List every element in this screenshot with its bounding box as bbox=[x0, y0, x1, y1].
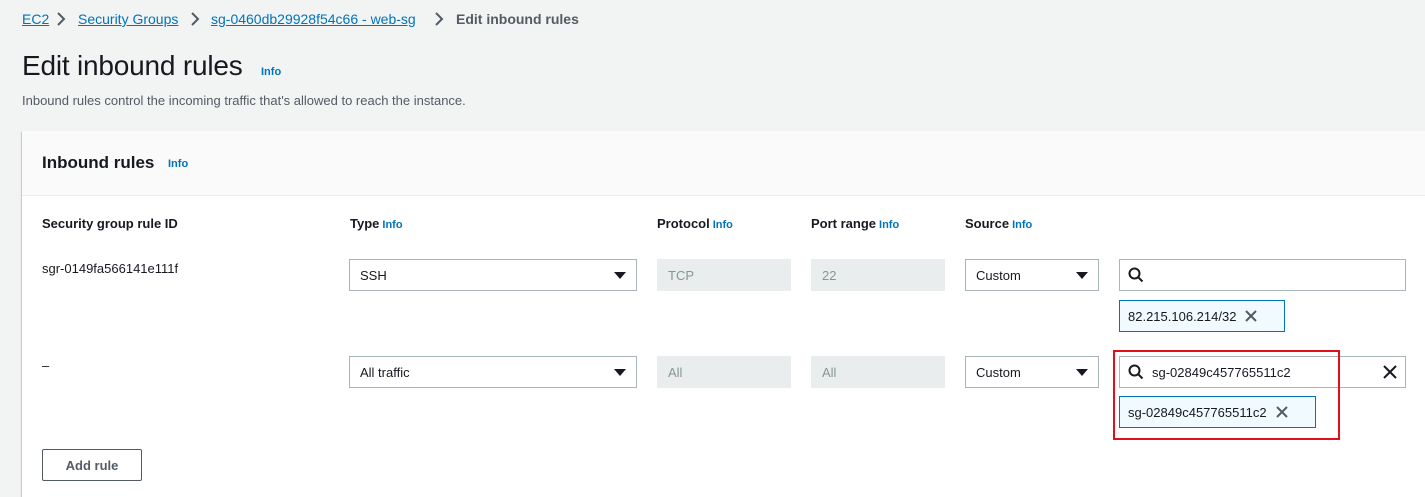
source-info-link[interactable]: Info bbox=[1012, 219, 1032, 231]
breadcrumb-security-group[interactable]: sg-0460db29928f54c66 - web-sg bbox=[211, 11, 416, 27]
source-token-label: 82.215.106.214/32 bbox=[1128, 308, 1237, 324]
breadcrumb-current: Edit inbound rules bbox=[456, 11, 579, 27]
protocol-field: All bbox=[657, 356, 791, 388]
column-type: Type Info bbox=[350, 216, 403, 231]
port-range-field: 22 bbox=[811, 259, 945, 291]
panel-info-link[interactable]: Info bbox=[168, 158, 188, 170]
page-description: Inbound rules control the incoming traff… bbox=[22, 93, 466, 108]
breadcrumb-security-groups[interactable]: Security Groups bbox=[78, 11, 178, 27]
panel-header bbox=[22, 131, 1425, 196]
search-icon bbox=[1128, 267, 1144, 283]
protocol-field: TCP bbox=[657, 259, 791, 291]
caret-down-icon bbox=[614, 271, 626, 279]
source-type-value: Custom bbox=[976, 364, 1021, 380]
column-rule-id: Security group rule ID bbox=[42, 216, 178, 231]
port-range-info-link[interactable]: Info bbox=[879, 219, 899, 231]
source-search-input[interactable] bbox=[1119, 259, 1406, 291]
caret-down-icon bbox=[614, 368, 626, 376]
panel-title: Inbound rules bbox=[42, 153, 155, 172]
clear-input-close-icon[interactable] bbox=[1383, 365, 1397, 379]
page-title: Edit inbound rules bbox=[22, 50, 243, 81]
type-info-link[interactable]: Info bbox=[382, 219, 402, 231]
chevron-right-icon bbox=[435, 12, 444, 26]
close-icon[interactable] bbox=[1244, 309, 1258, 323]
source-token: 82.215.106.214/32 bbox=[1119, 300, 1285, 332]
caret-down-icon bbox=[1076, 271, 1088, 279]
column-source: Source Info bbox=[965, 216, 1033, 231]
rule-id: – bbox=[42, 358, 50, 373]
add-rule-button[interactable]: Add rule bbox=[42, 449, 142, 481]
protocol-info-link[interactable]: Info bbox=[713, 219, 733, 231]
source-type-select[interactable]: Custom bbox=[965, 356, 1099, 388]
type-select[interactable]: All traffic bbox=[349, 356, 637, 388]
column-port-range: Port range Info bbox=[811, 216, 900, 231]
page-info-link[interactable]: Info bbox=[261, 66, 281, 78]
source-type-select[interactable]: Custom bbox=[965, 259, 1099, 291]
type-select-value: SSH bbox=[360, 267, 387, 283]
port-range-field: All bbox=[811, 356, 945, 388]
type-select[interactable]: SSH bbox=[349, 259, 637, 291]
type-select-value: All traffic bbox=[360, 364, 410, 380]
chevron-right-icon bbox=[57, 12, 66, 26]
column-protocol: Protocol Info bbox=[657, 216, 733, 231]
source-type-value: Custom bbox=[976, 267, 1021, 283]
rule-id: sgr-0149fa566141e111f bbox=[42, 261, 179, 276]
chevron-right-icon bbox=[191, 12, 200, 26]
highlight-box bbox=[1113, 350, 1340, 440]
breadcrumb-ec2[interactable]: EC2 bbox=[22, 11, 49, 27]
caret-down-icon bbox=[1076, 368, 1088, 376]
